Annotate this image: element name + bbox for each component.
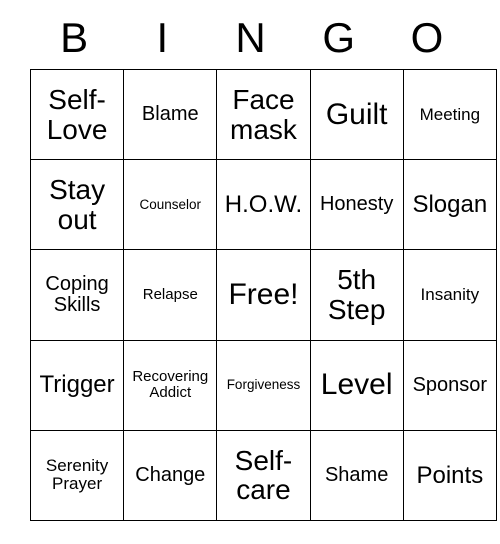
bingo-cell-label: Self-care — [234, 444, 293, 506]
bingo-cell[interactable]: Face mask — [216, 68, 311, 161]
bingo-cell[interactable]: Coping Skills — [29, 249, 125, 341]
bingo-cell-label: Forgiveness — [226, 377, 301, 392]
bingo-cell-label: Relapse — [142, 286, 198, 304]
bingo-cell-label: H.O.W. — [224, 191, 303, 219]
bingo-cell[interactable]: 5th Step — [309, 249, 404, 341]
bingo-cell[interactable]: Blame — [123, 68, 218, 161]
bingo-cell[interactable]: Guilt — [309, 68, 404, 161]
bingo-cell-free-space[interactable]: Free! — [216, 249, 311, 341]
bingo-row: Self-Love Blame Face mask Guilt Meeting — [29, 68, 497, 161]
bingo-cell-label: Self-Love — [46, 83, 108, 145]
bingo-grid-body: Self-Love Blame Face mask Guilt Meeting Stay … — [29, 68, 497, 521]
bingo-header-letter-i: I — [156, 14, 169, 61]
bingo-cell-label: Recovering Addict — [132, 368, 209, 402]
bingo-cell[interactable]: Serenity Prayer — [29, 429, 125, 521]
bingo-cell[interactable]: Insanity — [402, 249, 497, 341]
bingo-header-letter-o: O — [410, 14, 444, 61]
bingo-cell-label: Change — [135, 463, 206, 486]
bingo-cell-label: Level — [320, 368, 393, 402]
bingo-cell-label: Sponsor — [412, 373, 488, 396]
bingo-cell-label: Points — [416, 461, 484, 489]
bingo-cell[interactable]: Recovering Addict — [123, 339, 218, 431]
bingo-cell-label: Serenity Prayer — [45, 456, 109, 494]
bingo-cell[interactable]: Relapse — [123, 249, 218, 341]
bingo-cell[interactable]: Shame — [309, 429, 404, 521]
bingo-cell[interactable]: Points — [402, 429, 497, 521]
bingo-grid: Self-Love Blame Face mask Guilt Meeting Stay … — [29, 68, 497, 521]
bingo-cell-label: Guilt — [325, 97, 388, 131]
bingo-cell[interactable]: Self-care — [216, 429, 311, 521]
bingo-row: Serenity Prayer Change Self-care Shame Point… — [29, 429, 497, 521]
bingo-row: Coping Skills Relapse Free! 5th Step Insanit… — [29, 249, 497, 341]
bingo-cell[interactable]: Stay out — [29, 159, 125, 251]
bingo-cell[interactable]: Trigger — [29, 339, 125, 431]
bingo-cell-label: Blame — [141, 103, 199, 125]
bingo-cell[interactable]: Sponsor — [402, 339, 497, 431]
bingo-cell-label: Insanity — [420, 284, 480, 304]
bingo-cell-label: Slogan — [412, 191, 488, 219]
bingo-cell-label: Free! — [228, 278, 299, 312]
bingo-header-letter-b: B — [60, 14, 89, 61]
bingo-cell-label: Shame — [324, 463, 389, 486]
bingo-cell[interactable]: Change — [123, 429, 218, 521]
bingo-cell-label: Stay out — [49, 174, 106, 235]
bingo-header-letter-n: N — [235, 14, 266, 61]
bingo-cell[interactable]: Honesty — [309, 159, 404, 251]
bingo-cell[interactable]: Counselor — [123, 159, 218, 251]
bingo-cell-label: Meeting — [419, 104, 481, 124]
bingo-cell-label: Coping Skills — [45, 272, 109, 316]
bingo-cell[interactable]: Slogan — [402, 159, 497, 251]
bingo-cell[interactable]: Level — [309, 339, 404, 431]
bingo-cell[interactable]: Self-Love — [29, 68, 125, 161]
bingo-cell-label: Counselor — [139, 196, 202, 212]
bingo-card: B I N G O Self-Love Blame Face mask Guilt Meetin… — [0, 0, 500, 544]
bingo-row: Trigger Recovering Addict Forgiveness Level… — [29, 339, 497, 431]
bingo-cell-label: Trigger — [39, 371, 115, 399]
bingo-row: Stay out Counselor H.O.W. Honesty Slogan — [29, 159, 497, 251]
bingo-header-letter-g: G — [322, 14, 356, 61]
bingo-cell[interactable]: Meeting — [402, 68, 497, 161]
bingo-cell-label: 5th Step — [327, 264, 386, 325]
bingo-cell[interactable]: H.O.W. — [216, 159, 311, 251]
bingo-header: BINGO — [30, 12, 471, 64]
bingo-cell-label: Face mask — [230, 83, 297, 145]
bingo-cell-label: Honesty — [319, 193, 394, 216]
bingo-cell[interactable]: Forgiveness — [216, 339, 311, 431]
